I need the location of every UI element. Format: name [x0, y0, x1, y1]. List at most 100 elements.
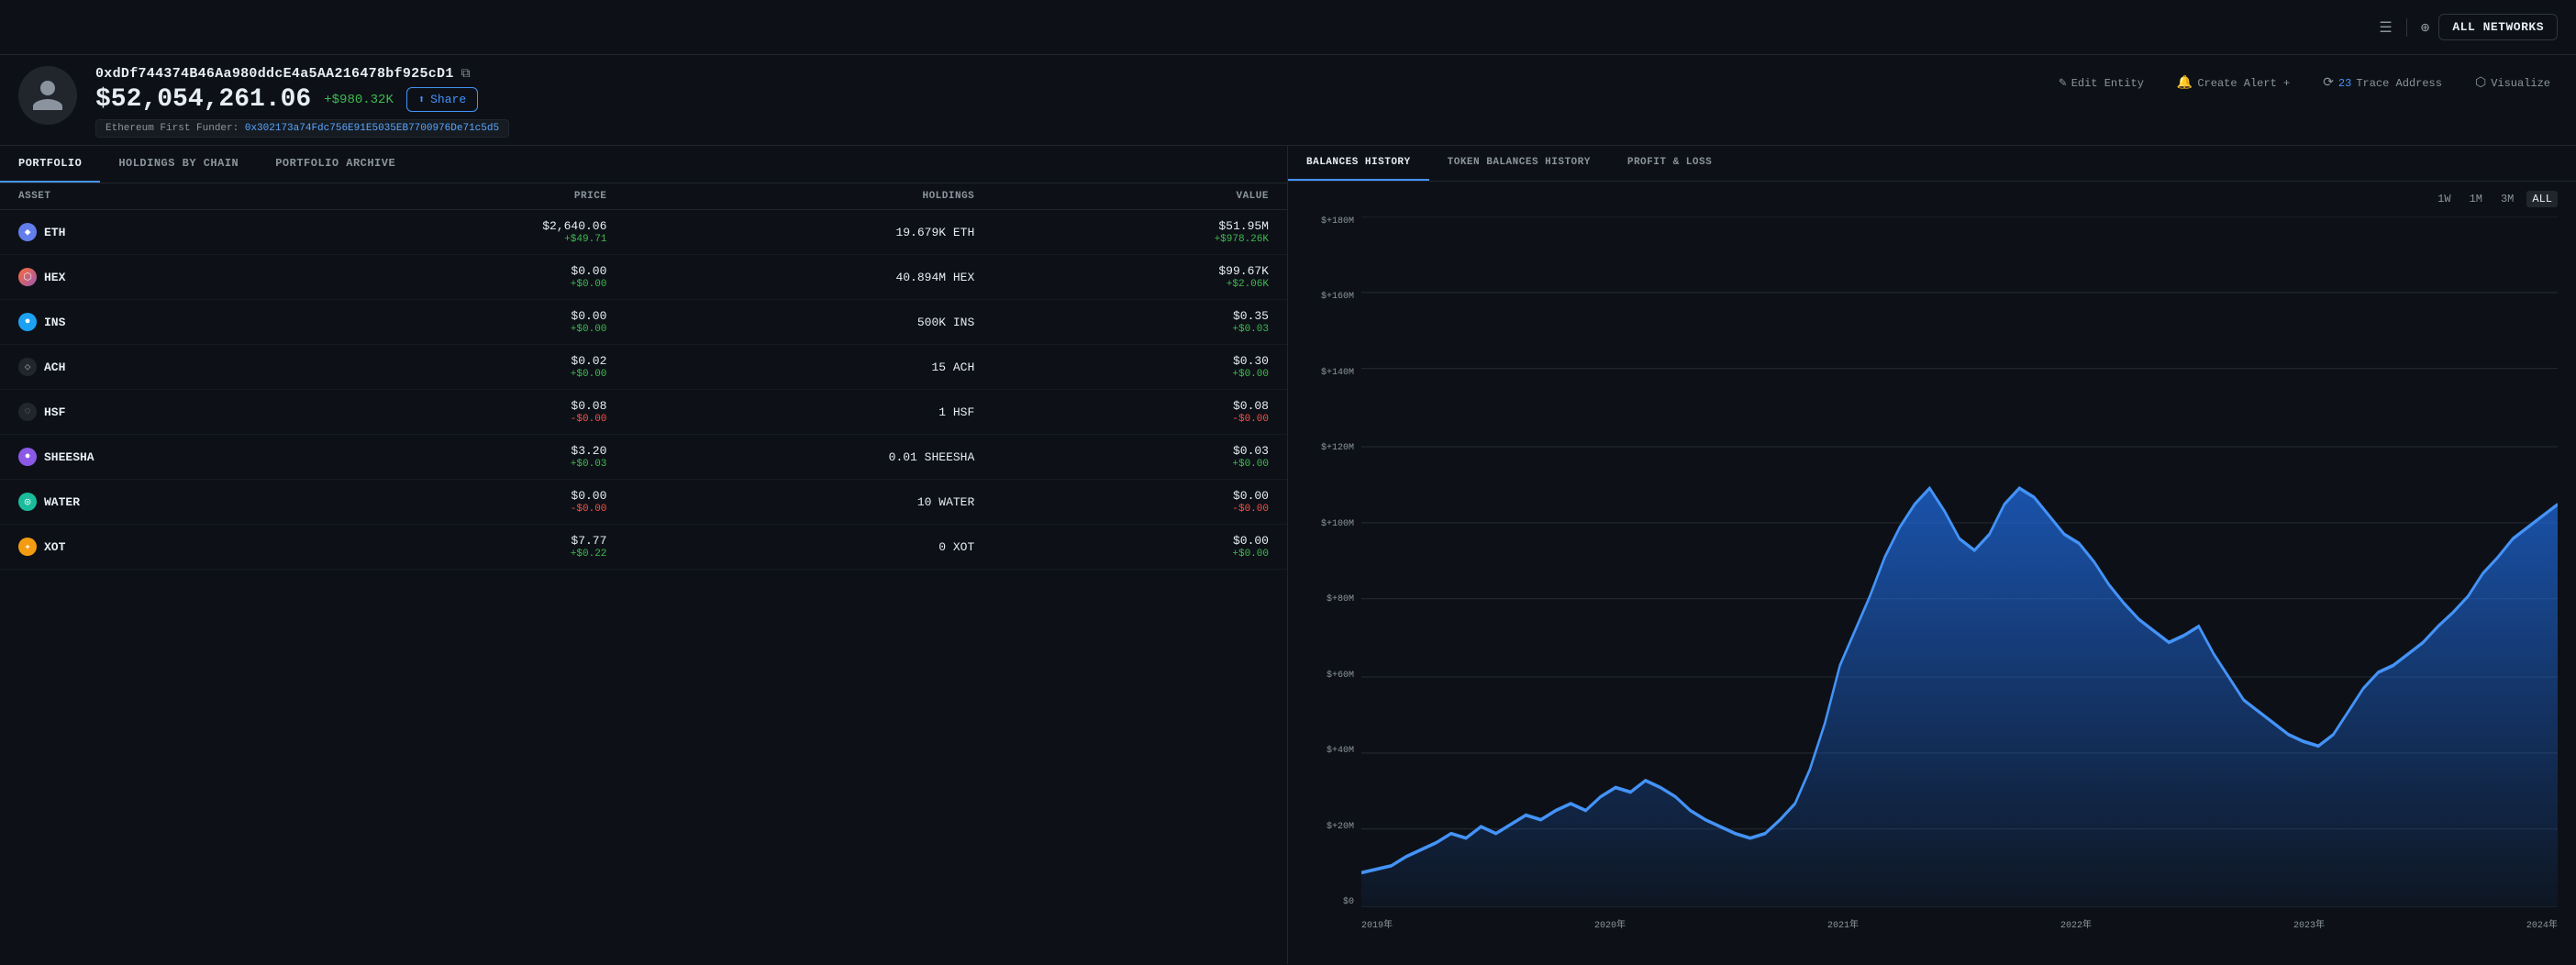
- copy-icon[interactable]: ⧉: [461, 67, 471, 82]
- table-row[interactable]: ✦ XOT $7.77 +$0.22 0 XOT $0.00 +$0.00: [0, 525, 1287, 570]
- holdings-cell: 500K INS: [606, 316, 974, 329]
- table-row[interactable]: ◆ ETH $2,640.06 +$49.71 19.679K ETH $51.…: [0, 210, 1287, 255]
- asset-cell: ◆ ETH: [18, 223, 313, 241]
- trace-address-button[interactable]: ⟳ 23 Trace Address: [2315, 72, 2449, 94]
- holdings-cell: 1 HSF: [606, 405, 974, 419]
- alert-icon: 🔔: [2177, 75, 2193, 91]
- x-label: 2019年: [1361, 916, 1393, 931]
- value-cell: $0.30 +$0.00: [974, 354, 1269, 380]
- header-info: 0xdDf744374B46Aa980ddcE4a5AA216478bf925c…: [95, 66, 2033, 138]
- tab-portfolio-archive[interactable]: PORTFOLIO ARCHIVE: [257, 146, 414, 183]
- y-label: $+20M: [1306, 822, 1361, 832]
- holdings-cell: 19.679K ETH: [606, 226, 974, 239]
- chain-icon[interactable]: ⊕: [2421, 18, 2430, 37]
- asset-name: XOT: [44, 540, 65, 554]
- asset-name: HEX: [44, 271, 65, 284]
- y-label: $+120M: [1306, 443, 1361, 453]
- value-cell: $51.95M +$978.26K: [974, 219, 1269, 245]
- edit-entity-button[interactable]: ✎ Edit Entity: [2051, 72, 2151, 94]
- value-change: +$0.00: [974, 549, 1269, 560]
- table-row[interactable]: ● INS $0.00 +$0.00 500K INS $0.35 +$0.03: [0, 300, 1287, 345]
- value-main: $0.08: [974, 399, 1269, 413]
- asset-name: INS: [44, 316, 65, 329]
- top-bar: ☰ ⊕ ALL NETWORKS: [0, 0, 2576, 55]
- holdings-main: 15 ACH: [606, 360, 974, 374]
- value-main: $0.35: [974, 309, 1269, 323]
- left-panel: PORTFOLIO HOLDINGS BY CHAIN PORTFOLIO AR…: [0, 146, 1288, 964]
- holdings-main: 500K INS: [606, 316, 974, 329]
- wallet-address: 0xdDf744374B46Aa980ddcE4a5AA216478bf925c…: [95, 66, 454, 82]
- y-label: $+60M: [1306, 671, 1361, 681]
- tab-holdings-by-chain[interactable]: HOLDINGS BY CHAIN: [100, 146, 257, 183]
- y-label: $+160M: [1306, 292, 1361, 302]
- trace-label: Trace Address: [2356, 77, 2442, 90]
- asset-icon: ◇: [18, 358, 37, 376]
- asset-cell: ⬡ HEX: [18, 268, 313, 286]
- table-row[interactable]: ● SHEESHA $3.20 +$0.03 0.01 SHEESHA $0.0…: [0, 435, 1287, 480]
- time-filter-1w[interactable]: 1W: [2432, 191, 2456, 207]
- asset-icon: ◌: [18, 403, 37, 421]
- price-cell: $0.00 +$0.00: [313, 264, 607, 290]
- address-row: 0xdDf744374B46Aa980ddcE4a5AA216478bf925c…: [95, 66, 2033, 82]
- table-row[interactable]: ⬡ HEX $0.00 +$0.00 40.894M HEX $99.67K +…: [0, 255, 1287, 300]
- price-main: $0.00: [313, 309, 607, 323]
- holdings-main: 0.01 SHEESHA: [606, 450, 974, 464]
- visualize-icon: ⬡: [2475, 75, 2486, 91]
- asset-icon: ✦: [18, 538, 37, 556]
- time-filter-1m[interactable]: 1M: [2464, 191, 2488, 207]
- x-label: 2022年: [2060, 916, 2092, 931]
- share-icon: ⬆: [418, 93, 425, 106]
- price-main: $7.77: [313, 534, 607, 548]
- th-asset: ASSET: [18, 191, 313, 202]
- filter-icon[interactable]: ☰: [2379, 18, 2392, 37]
- main-balance: $52,054,261.06: [95, 85, 311, 114]
- tab-balances-history[interactable]: BALANCES HISTORY: [1288, 146, 1429, 181]
- price-change: +$49.71: [313, 234, 607, 245]
- edit-entity-label: Edit Entity: [2071, 77, 2144, 90]
- time-filter-all[interactable]: ALL: [2526, 191, 2558, 207]
- price-change: +$0.00: [313, 324, 607, 335]
- asset-icon: ⬡: [18, 268, 37, 286]
- tab-portfolio[interactable]: PORTFOLIO: [0, 146, 100, 183]
- create-alert-button[interactable]: 🔔 Create Alert +: [2170, 72, 2297, 94]
- price-cell: $0.08 -$0.00: [313, 399, 607, 425]
- divider: [2406, 18, 2407, 37]
- table-header: ASSET PRICE HOLDINGS VALUE: [0, 183, 1287, 210]
- asset-cell: ◎ WATER: [18, 493, 313, 511]
- top-bar-right: ☰ ⊕ ALL NETWORKS: [2379, 14, 2558, 40]
- header-section: 0xdDf744374B46Aa980ddcE4a5AA216478bf925c…: [0, 55, 2576, 146]
- left-tab-bar: PORTFOLIO HOLDINGS BY CHAIN PORTFOLIO AR…: [0, 146, 1287, 183]
- asset-icon: ◆: [18, 223, 37, 241]
- price-cell: $0.00 -$0.00: [313, 489, 607, 515]
- price-cell: $0.00 +$0.00: [313, 309, 607, 335]
- table-row[interactable]: ◎ WATER $0.00 -$0.00 10 WATER $0.00 -$0.…: [0, 480, 1287, 525]
- holdings-cell: 10 WATER: [606, 495, 974, 509]
- y-label: $+40M: [1306, 746, 1361, 756]
- tab-token-balances-history[interactable]: TOKEN BALANCES HISTORY: [1429, 146, 1609, 181]
- asset-cell: ✦ XOT: [18, 538, 313, 556]
- value-change: +$2.06K: [974, 279, 1269, 290]
- right-panel: BALANCES HISTORY TOKEN BALANCES HISTORY …: [1288, 146, 2576, 964]
- visualize-button[interactable]: ⬡ Visualize: [2468, 72, 2558, 94]
- main-layout: PORTFOLIO HOLDINGS BY CHAIN PORTFOLIO AR…: [0, 146, 2576, 964]
- chart-svg: [1361, 216, 2558, 907]
- table-row[interactable]: ◇ ACH $0.02 +$0.00 15 ACH $0.30 +$0.00: [0, 345, 1287, 390]
- time-filter-3m[interactable]: 3M: [2495, 191, 2519, 207]
- all-networks-button[interactable]: ALL NETWORKS: [2438, 14, 2558, 40]
- price-main: $3.20: [313, 444, 607, 458]
- value-change: +$978.26K: [974, 234, 1269, 245]
- table-row[interactable]: ◌ HSF $0.08 -$0.00 1 HSF $0.08 -$0.00: [0, 390, 1287, 435]
- value-cell: $0.03 +$0.00: [974, 444, 1269, 470]
- value-main: $51.95M: [974, 219, 1269, 233]
- x-label: 2023年: [2293, 916, 2325, 931]
- price-main: $2,640.06: [313, 219, 607, 233]
- x-label: 2020年: [1594, 916, 1626, 931]
- y-label: $+80M: [1306, 594, 1361, 605]
- asset-cell: ● SHEESHA: [18, 448, 313, 466]
- y-label: $+140M: [1306, 368, 1361, 378]
- holdings-main: 40.894M HEX: [606, 271, 974, 284]
- th-holdings: HOLDINGS: [606, 191, 974, 202]
- tab-profit-loss[interactable]: PROFIT & LOSS: [1609, 146, 1730, 181]
- share-button[interactable]: ⬆ Share: [406, 87, 478, 112]
- value-change: +$0.00: [974, 459, 1269, 470]
